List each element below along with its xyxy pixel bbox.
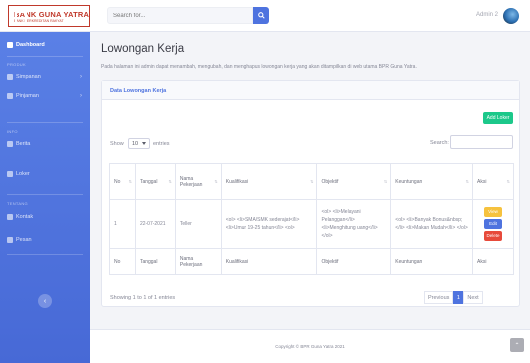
cell-objektif: <ol> <li>Melayani Pelanggan</li> <li>Men… [316, 199, 392, 249]
chevron-right-icon: › [80, 74, 82, 80]
column-header-objektif[interactable]: Objektif ⇅ [316, 163, 392, 200]
topbar: BANK GUNA YATRA BANK PERKREDITAN RAKYAT … [0, 0, 530, 32]
showing-info: Showing 1 to 1 of 1 entries [110, 295, 176, 301]
footer-header-kualifikasi: Kualifikasi [220, 248, 318, 275]
sort-icon: ⇅ [383, 178, 388, 184]
table-row: 1 22-07-2021 Teller <ol> <li>SMA/SMK sed… [109, 199, 514, 249]
table-search-label: Search: [430, 140, 449, 146]
table-search-input[interactable] [450, 135, 513, 149]
column-header-nama[interactable]: Nama Pekerjaan ⇅ [174, 163, 222, 200]
footer-header-objektif: Objektif [316, 248, 392, 275]
entries-select[interactable]: 10 [128, 138, 150, 149]
edit-button[interactable]: Edit [484, 219, 503, 229]
next-page-button[interactable]: Next [463, 291, 483, 304]
contact-icon [7, 214, 13, 220]
column-header-kualifikasi[interactable]: Kualifikasi ⇅ [220, 163, 318, 200]
card-header: Data Lowongan Kerja [102, 81, 519, 100]
user-avatar[interactable] [503, 8, 519, 24]
column-header-tanggal[interactable]: Tanggal ⇅ [134, 163, 176, 200]
footer-header-aksi: Aksi [472, 248, 514, 275]
loker-table: No ⇅ Tanggal ⇅ Nama Pekerjaan ⇅ Kualifikasi… [109, 163, 514, 275]
wrench-icon [7, 93, 13, 99]
sidebar-divider [7, 254, 83, 255]
footer-header-tanggal: Tanggal [134, 248, 176, 275]
sort-icon: ⇅ [214, 178, 218, 184]
cell-kualifikasi: <ol> <li>SMA/SMK sederajat</li><li>Umur … [220, 199, 318, 249]
cell-nama: Teller [174, 199, 222, 249]
sidebar-item-berita[interactable]: Berita [0, 137, 90, 151]
search-icon [257, 12, 265, 19]
cell-aksi: View Edit Delete [472, 199, 514, 249]
sidebar: Dashboard Produk Simpanan › Pinjaman › I… [0, 32, 90, 363]
cell-tanggal: 22-07-2021 [134, 199, 176, 249]
sidebar-item-loker[interactable]: Loker [0, 167, 90, 181]
sort-icon: ⇅ [310, 178, 314, 184]
data-card: Data Lowongan Kerja Add Loker Show 10 en… [101, 80, 520, 307]
chevron-right-icon: › [80, 93, 82, 99]
dashboard-icon [7, 42, 13, 48]
news-icon [7, 141, 13, 147]
user-name[interactable]: Admin 2 [476, 12, 498, 18]
column-header-keuntungan[interactable]: Keuntungan ⇅ [390, 163, 474, 200]
sidebar-item-kontak[interactable]: Kontak [0, 210, 90, 224]
add-loker-button[interactable]: Add Loker [483, 112, 513, 124]
brand-logo[interactable]: BANK GUNA YATRA BANK PERKREDITAN RAKYAT [8, 5, 90, 27]
sidebar-divider [7, 194, 83, 195]
sort-icon: ⇅ [506, 178, 510, 184]
page-description: Pada halaman ini admin dapat menambah, m… [101, 64, 417, 70]
sort-icon: ⇅ [168, 178, 172, 184]
chevron-up-icon: ⌃ [514, 342, 520, 349]
column-header-no[interactable]: No ⇅ [109, 163, 136, 200]
footer: Copyright © BPR Guna Yatra 2021 [90, 329, 530, 363]
search-input[interactable] [107, 7, 253, 24]
page-button-1[interactable]: 1 [453, 291, 464, 304]
pagination: Previous 1 Next [424, 291, 483, 304]
table-footer-row: No Tanggal Nama Pekerjaan Kualifikasi Ob… [109, 248, 514, 275]
delete-button[interactable]: Delete [484, 231, 503, 241]
chevron-left-icon: ‹ [43, 297, 47, 305]
previous-page-button[interactable]: Previous [424, 291, 454, 304]
cell-no: 1 [109, 199, 136, 249]
sidebar-divider [7, 56, 83, 57]
footer-copyright: Copyright © BPR Guna Yatra 2021 [275, 344, 345, 349]
briefcase-icon [7, 171, 13, 177]
footer-header-nama: Nama Pekerjaan [174, 248, 222, 275]
card-title: Data Lowongan Kerja [110, 88, 167, 94]
column-header-aksi[interactable]: Aksi ⇅ [472, 163, 514, 200]
caret-down-icon [142, 142, 146, 145]
entries-label: entries [153, 141, 170, 147]
gear-icon [7, 74, 13, 80]
cell-keuntungan: <ol> <li>Banyak Bonus&nbsp;</li> <li>Mak… [390, 199, 474, 249]
table-header-row: No ⇅ Tanggal ⇅ Nama Pekerjaan ⇅ Kualifikasi… [109, 163, 514, 200]
sort-icon: ⇅ [128, 178, 132, 184]
sidebar-section-info: Info [7, 129, 18, 134]
page-title: Lowongan Kerja [101, 43, 185, 55]
view-button[interactable]: View [484, 207, 503, 217]
sidebar-item-pinjaman[interactable]: Pinjaman › [0, 89, 90, 103]
sidebar-item-dashboard[interactable]: Dashboard [0, 38, 90, 52]
footer-header-keuntungan: Keuntungan [390, 248, 474, 275]
sort-icon: ⇅ [465, 178, 470, 184]
search-button[interactable] [253, 7, 269, 24]
sidebar-section-produk: Produk [7, 62, 26, 67]
sidebar-section-tentang: Tentang [7, 201, 28, 206]
scroll-to-top-button[interactable]: ⌃ [510, 338, 524, 352]
sidebar-divider [7, 122, 83, 123]
sidebar-toggle-button[interactable]: ‹ [38, 294, 52, 308]
sidebar-item-pesan[interactable]: Pesan [0, 233, 90, 247]
show-label: Show [110, 141, 124, 147]
sidebar-item-simpanan[interactable]: Simpanan › [0, 70, 90, 84]
footer-header-no: No [109, 248, 136, 275]
message-icon [7, 237, 13, 243]
